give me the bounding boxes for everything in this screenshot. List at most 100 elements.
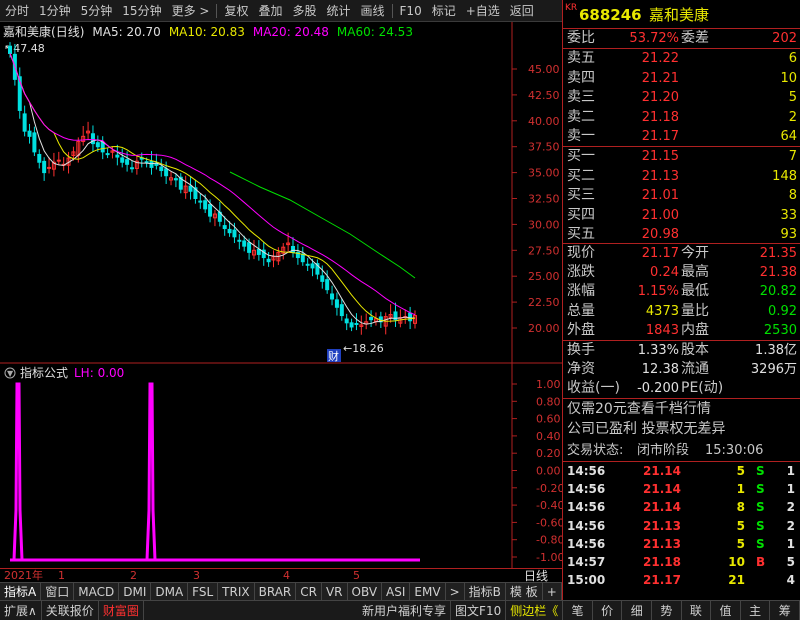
- candle-body: [115, 154, 120, 158]
- toolbar-item[interactable]: 统计: [322, 0, 356, 22]
- indicator-tick-label: 0.20: [536, 447, 561, 460]
- indicator-tab[interactable]: DMA: [151, 582, 189, 601]
- notice-row: 公司已盈利 投票权无差异: [563, 420, 800, 440]
- status-link[interactable]: 新用户福利专享: [358, 600, 452, 620]
- indicator-tab[interactable]: BRAR: [255, 582, 297, 601]
- time-label-month: 3: [193, 569, 200, 582]
- indicator-tab[interactable]: 窗口: [41, 582, 75, 601]
- fund-value: 3296万: [750, 362, 797, 377]
- stat-label: 量比: [681, 302, 709, 319]
- candle-body: [22, 113, 27, 132]
- bid-row[interactable]: 买三 21.01 8: [563, 186, 800, 205]
- indicator-tab[interactable]: CR: [296, 582, 322, 601]
- candle-body: [334, 299, 339, 308]
- candlestick-chart[interactable]: 45.00 42.50 40.00 37.50 35.00 32.50 30.00 27.50…: [0, 22, 562, 364]
- toolbar-item[interactable]: 5分钟: [76, 0, 118, 22]
- panel-tab[interactable]: 势: [652, 600, 682, 620]
- bid-row[interactable]: 买四 21.00 33: [563, 206, 800, 225]
- tick-side: B: [756, 555, 766, 569]
- chevron-down-icon: ▼: [7, 369, 14, 378]
- indicator-tab[interactable]: ASI: [382, 582, 411, 601]
- price-tick-label: 40.00: [528, 115, 560, 128]
- period-button[interactable]: 日线: [524, 569, 548, 583]
- panel-tab[interactable]: 细: [622, 600, 653, 620]
- toolbar-item[interactable]: 更多 >: [167, 0, 215, 22]
- stock-name-title: 嘉和美康: [649, 6, 710, 24]
- ask-row[interactable]: 卖四 21.21 10: [563, 69, 800, 88]
- candle-body: [256, 248, 261, 255]
- indicator-chart[interactable]: ▼ 指标公式 LH: 0.00 1.00 0.80 0.60 0.40 0.20 0.00 -0.…: [0, 364, 562, 568]
- tick-price: 21.14: [643, 482, 681, 497]
- toolbar-separator: [216, 3, 218, 18]
- candle-body: [208, 204, 213, 217]
- candle-body: [173, 178, 178, 181]
- tick-volume: 10: [728, 555, 745, 569]
- toolbar-item[interactable]: 15分钟: [117, 0, 166, 22]
- indicator-tab[interactable]: 指标B: [465, 582, 506, 601]
- ask-row[interactable]: 卖五 21.22 6: [563, 49, 800, 68]
- bid-row[interactable]: 买五 20.98 93: [563, 225, 800, 244]
- indicator-tab[interactable]: +: [543, 582, 562, 601]
- indicator-tabs: 指标A 窗口 MACD DMI DMA FSL TRIX BRAR CR VR OBV ASI EMV >…: [0, 582, 576, 601]
- toolbar-item[interactable]: 复权: [219, 0, 253, 22]
- toolbar-item[interactable]: +自选: [461, 0, 505, 22]
- indicator-title[interactable]: 指标公式: [20, 365, 68, 380]
- status-link[interactable]: 扩展∧: [0, 600, 42, 620]
- status-bar: 扩展∧ 关联报价 财富圈 新用户福利专享 图文F10 侧边栏《笔价细势联值主筹: [0, 600, 800, 620]
- tick-volume: 5: [736, 518, 745, 533]
- stat-label: 最低: [681, 283, 709, 300]
- toolbar-item[interactable]: 分时: [0, 0, 34, 22]
- status-link[interactable]: 财富圈: [99, 600, 144, 620]
- stat-row: 总量 4373 量比 0.92: [563, 302, 800, 321]
- bid-row[interactable]: 买二 21.13 148: [563, 167, 800, 186]
- ask-row[interactable]: 卖三 21.20 5: [563, 88, 800, 107]
- toolbar-item[interactable]: 1分钟: [34, 0, 76, 22]
- bid-row[interactable]: 买一 21.15 7: [563, 147, 800, 166]
- toolbar-item[interactable]: 返回: [505, 0, 539, 22]
- price-tick-label: 30.00: [528, 218, 560, 231]
- indicator-tab[interactable]: DMI: [119, 582, 152, 601]
- stat-value: 4373: [645, 303, 679, 319]
- indicator-tab[interactable]: 模 板: [506, 582, 543, 601]
- candle-body: [408, 312, 413, 322]
- tick-side: S: [756, 536, 765, 551]
- indicator-tick-label: 0.60: [536, 413, 561, 426]
- indicator-tab[interactable]: >: [446, 582, 465, 601]
- panel-tab[interactable]: 价: [593, 600, 623, 620]
- promo-text[interactable]: 仅需20元查看千档行情: [567, 400, 711, 419]
- indicator-tab[interactable]: OBV: [348, 582, 383, 601]
- status-link[interactable]: 图文F10: [451, 600, 507, 620]
- status-link[interactable]: 侧边栏《: [506, 600, 564, 620]
- toolbar-item[interactable]: 叠加: [253, 0, 287, 22]
- toolbar-item[interactable]: 多股: [287, 0, 321, 22]
- panel-tab[interactable]: 值: [711, 600, 741, 620]
- promo-row[interactable]: 仅需20元查看千档行情: [563, 400, 800, 420]
- tick-volume: 21: [728, 573, 745, 588]
- ma-label: MA60: 24.53: [337, 25, 413, 39]
- panel-tab[interactable]: 联: [682, 600, 712, 620]
- ask-volume: 10: [780, 70, 797, 86]
- ma-label: MA10: 20.83: [169, 25, 245, 39]
- ask-volume: 64: [780, 129, 797, 144]
- toolbar-item[interactable]: 标记: [427, 0, 461, 22]
- panel-tab[interactable]: 笔: [563, 600, 593, 620]
- indicator-tab[interactable]: 指标A: [0, 582, 42, 601]
- toolbar-item[interactable]: F10: [395, 0, 427, 22]
- stat-row: 涨幅 1.15% 最低 20.82: [563, 282, 800, 301]
- bid-label: 买五: [567, 226, 595, 242]
- panel-tab[interactable]: 筹: [770, 600, 800, 620]
- panel-tab[interactable]: 主: [741, 600, 771, 620]
- ask-row[interactable]: 卖一 21.17 64: [563, 127, 800, 146]
- indicator-tab[interactable]: EMV: [410, 582, 446, 601]
- indicator-tab[interactable]: VR: [322, 582, 348, 601]
- indicator-tab[interactable]: TRIX: [218, 582, 255, 601]
- indicator-tab[interactable]: MACD: [74, 582, 120, 601]
- status-link[interactable]: 关联报价: [42, 600, 99, 620]
- fund-value: 1.33%: [637, 343, 679, 358]
- toolbar-item[interactable]: 画线: [356, 0, 390, 22]
- ask-row[interactable]: 卖二 21.18 2: [563, 108, 800, 127]
- tick-count: 5: [786, 555, 795, 569]
- indicator-tab[interactable]: FSL: [188, 582, 219, 601]
- chart-header: 嘉和美康(日线) MA5: 20.70 MA10: 20.83 MA20: 20.48…: [3, 24, 413, 39]
- bid-volume: 93: [780, 227, 797, 242]
